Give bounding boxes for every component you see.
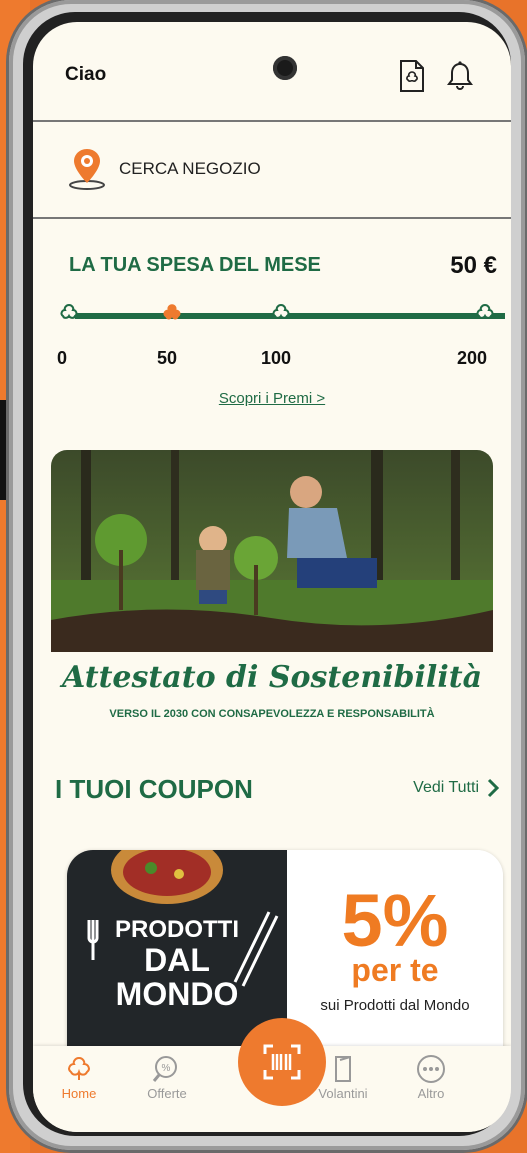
tick-label: 50 <box>157 348 178 368</box>
greeting-text: Ciao <box>65 64 107 85</box>
chevron-right-icon <box>487 778 499 798</box>
store-finder-label: CERCA NEGOZIO <box>119 159 261 178</box>
coupon-description: sui Prodotti dal Mondo <box>320 997 470 1014</box>
tab-label: Volantini <box>318 1086 368 1101</box>
store-divider <box>33 217 511 219</box>
banner-subtitle: VERSO IL 2030 CON CONSAPEVOLEZZA E RESPO… <box>109 708 435 720</box>
current-spending-marker-icon <box>157 301 187 334</box>
more-dots-icon <box>417 1055 445 1083</box>
sustainability-banner[interactable]: Attestato di Sostenibilità VERSO IL 2030… <box>51 450 493 726</box>
milestone-0-icon <box>55 301 83 332</box>
tab-more[interactable]: Altro <box>391 1054 471 1101</box>
flyer-icon <box>335 1056 351 1082</box>
coupon-left-line1: PRODOTTI <box>115 916 239 943</box>
bell-icon[interactable] <box>445 58 475 94</box>
tick-label: 0 <box>57 348 68 368</box>
tick-label: 200 <box>457 348 488 368</box>
discount-search-icon: % <box>152 1056 177 1082</box>
rewards-link[interactable]: Scopri i Premi > <box>33 390 511 407</box>
barcode-scan-icon <box>263 1044 301 1080</box>
front-camera <box>273 56 297 80</box>
coupon-percent: 5% <box>341 879 449 962</box>
header-divider <box>33 120 511 122</box>
document-icon[interactable] <box>397 58 427 94</box>
app-screen: Ciao CERCA NEGOZIO LA TUA SPESA DEL MESE… <box>33 22 511 1132</box>
milestone-100-icon <box>267 301 295 332</box>
scan-button[interactable] <box>238 1018 326 1106</box>
see-all-label: Vedi Tutti <box>413 779 479 796</box>
coupon-left-line3: MONDO <box>115 976 239 1012</box>
store-finder[interactable]: CERCA NEGOZIO <box>67 147 261 191</box>
tab-label: Altro <box>417 1086 445 1101</box>
monthly-spending-title: LA TUA SPESA DEL MESE <box>69 254 321 276</box>
coupon-per-te: per te <box>351 952 439 988</box>
store-pin-icon <box>69 149 105 190</box>
banner-photo <box>51 450 493 652</box>
banner-title: Attestato di Sostenibilità <box>61 660 483 695</box>
tab-label: Offerte <box>147 1086 187 1101</box>
tab-home[interactable]: Home <box>39 1054 119 1101</box>
see-all-coupons-link[interactable]: Vedi Tutti <box>413 778 499 798</box>
tab-label: Home <box>61 1086 97 1101</box>
coupon-left-line2: DAL <box>144 942 210 978</box>
coupons-title: I TUOI COUPON <box>55 774 253 804</box>
tab-offers[interactable]: % Offerte <box>127 1054 207 1101</box>
tick-label: 100 <box>261 348 292 368</box>
clover-icon <box>68 1056 90 1080</box>
monthly-spending-amount: 50 € <box>450 252 497 279</box>
milestone-200-icon <box>471 301 499 332</box>
svg-text:%: % <box>162 1063 171 1074</box>
